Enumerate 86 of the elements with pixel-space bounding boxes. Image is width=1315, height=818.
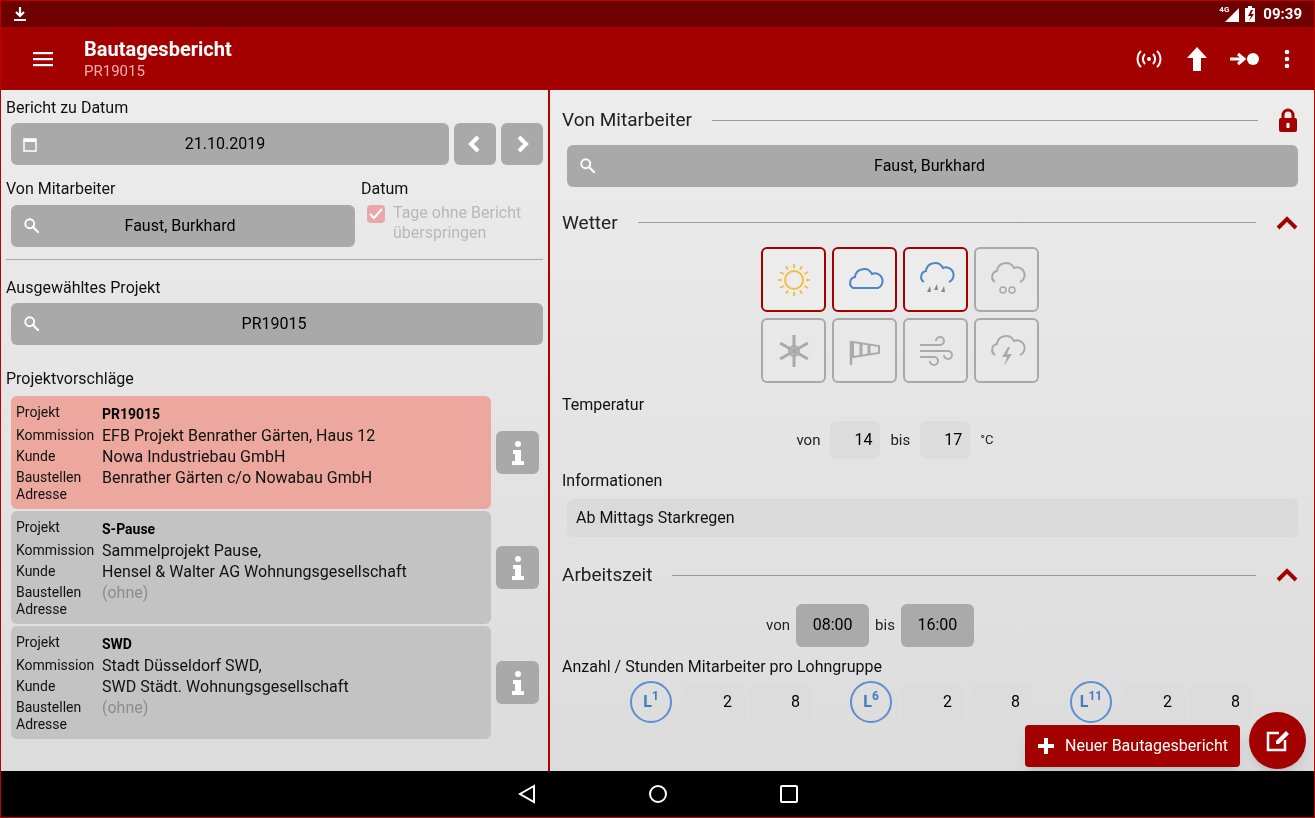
- project-card[interactable]: Projekt PR19015 Kommission EFB Projekt Benrather Gärten, Haus 12 Kunde Nowa Industriebau GmbH Baustellen Adresse Benrather Gärten c/o Nowabau GmbH: [11, 396, 491, 509]
- temperature-field[interactable]: 17: [920, 421, 971, 459]
- field-value: PR19015: [102, 405, 161, 424]
- time-field[interactable]: 16:00: [900, 603, 974, 647]
- field-label: Bericht zu Datum: [6, 97, 130, 118]
- search-field[interactable]: Faust, Burkhard: [567, 144, 1298, 187]
- wage-group-badge: L$^{6}$: [850, 680, 892, 723]
- field-label: Baustellen Adresse: [16, 469, 83, 503]
- field-label: Datum: [361, 178, 410, 199]
- field-label: Projektvorschläge: [6, 368, 135, 389]
- section-heading: Wetter: [562, 209, 618, 236]
- field-label: Ausgewähltes Projekt: [6, 277, 162, 298]
- field-label: von: [766, 614, 791, 636]
- field-label: Projekt: [16, 519, 61, 536]
- weather-toggle[interactable]: [903, 247, 968, 312]
- field-value: EFB Projekt Benrather Gärten, Haus 12: [102, 425, 376, 446]
- app-title: Bautagesbericht: [84, 36, 232, 61]
- arrow-dot-icon[interactable]: [1230, 50, 1260, 67]
- weather-toggle[interactable]: [832, 318, 897, 383]
- search-icon: [23, 217, 41, 235]
- network-label: 4G: [1219, 4, 1230, 16]
- field-label: Kommission: [16, 427, 96, 444]
- field-value: Benrather Gärten c/o Nowabau GmbH: [102, 467, 373, 488]
- search-field[interactable]: Faust, Burkhard: [11, 205, 355, 247]
- field-label: Informationen: [562, 470, 664, 492]
- weather-toggle[interactable]: [974, 247, 1039, 312]
- wage-group-badge: L$^{11}$: [1070, 680, 1112, 723]
- field-label: bis: [875, 614, 895, 636]
- wage-group-badge: L$^{1}$: [630, 680, 672, 723]
- search-icon: [579, 156, 597, 175]
- plus-icon: [1037, 737, 1056, 755]
- recents-icon[interactable]: [779, 785, 798, 803]
- weather-toggle[interactable]: [974, 318, 1039, 383]
- collapse-icon[interactable]: [1276, 568, 1298, 583]
- field-value: Nowa Industriebau GmbH: [102, 446, 286, 467]
- field-value: S-Pause: [102, 520, 156, 539]
- home-icon[interactable]: [647, 784, 668, 804]
- menu-icon[interactable]: [33, 50, 53, 67]
- field-value: Hensel & Walter AG Wohnungsgesellschaft: [102, 561, 407, 582]
- field-label: Anzahl / Stunden Mitarbeiter pro Lohngruppe: [562, 655, 883, 678]
- edit-icon: [1265, 729, 1290, 752]
- info-field[interactable]: Ab Mittags Starkregen: [567, 499, 1298, 537]
- lock-icon[interactable]: [1278, 108, 1298, 133]
- app-subtitle: PR19015: [84, 60, 146, 81]
- field-label: Baustellen Adresse: [16, 699, 83, 733]
- info-icon: [511, 440, 524, 465]
- weather-toggle[interactable]: [761, 318, 826, 383]
- field-label: Temperatur: [562, 394, 646, 416]
- temperature-field[interactable]: 14: [830, 421, 881, 459]
- field-value: SWD Städt. Wohnungsgesellschaft: [102, 676, 349, 697]
- field-label: bis: [890, 429, 911, 451]
- info-icon: [511, 555, 524, 580]
- date-field[interactable]: 21.10.2019: [11, 123, 449, 165]
- info-icon: [511, 670, 524, 695]
- section-heading: Arbeitszeit: [562, 562, 653, 588]
- field-label: Kunde: [16, 678, 57, 695]
- field-label: Kunde: [16, 448, 57, 465]
- field-value: Stadt Düsseldorf SWD,: [102, 655, 262, 676]
- new-report-button[interactable]: Neuer Bautagesbericht: [1025, 725, 1240, 767]
- weather-toggle[interactable]: [903, 318, 968, 383]
- field-label: Von Mitarbeiter: [6, 178, 117, 199]
- download-icon: [13, 6, 27, 22]
- field-label: Kommission: [16, 657, 96, 674]
- unit-label: °C: [980, 431, 994, 450]
- field-label: Kunde: [16, 563, 57, 580]
- upload-arrow-icon[interactable]: [1186, 45, 1208, 72]
- search-icon: [23, 315, 41, 333]
- calendar-icon: [23, 136, 37, 152]
- section-heading: Von Mitarbeiter: [562, 107, 692, 133]
- weather-toggle[interactable]: [761, 247, 826, 312]
- battery-icon: [1245, 6, 1256, 22]
- status-time: 09:39: [1263, 3, 1302, 25]
- field-value: SWD: [102, 635, 132, 654]
- weather-toggle[interactable]: [832, 247, 897, 312]
- broadcast-icon[interactable]: [1134, 48, 1164, 69]
- field-label: Kommission: [16, 542, 96, 559]
- back-icon[interactable]: [517, 784, 536, 804]
- field-value: Sammelprojekt Pause,: [102, 540, 262, 561]
- field-label: Projekt: [16, 404, 61, 421]
- collapse-icon[interactable]: [1276, 215, 1298, 230]
- search-field[interactable]: PR19015: [11, 303, 543, 345]
- field-label: Baustellen Adresse: [16, 584, 83, 618]
- field-label: von: [796, 429, 821, 451]
- field-label: Projekt: [16, 634, 61, 651]
- more-options-icon[interactable]: [1284, 48, 1290, 69]
- time-field[interactable]: 08:00: [796, 603, 870, 647]
